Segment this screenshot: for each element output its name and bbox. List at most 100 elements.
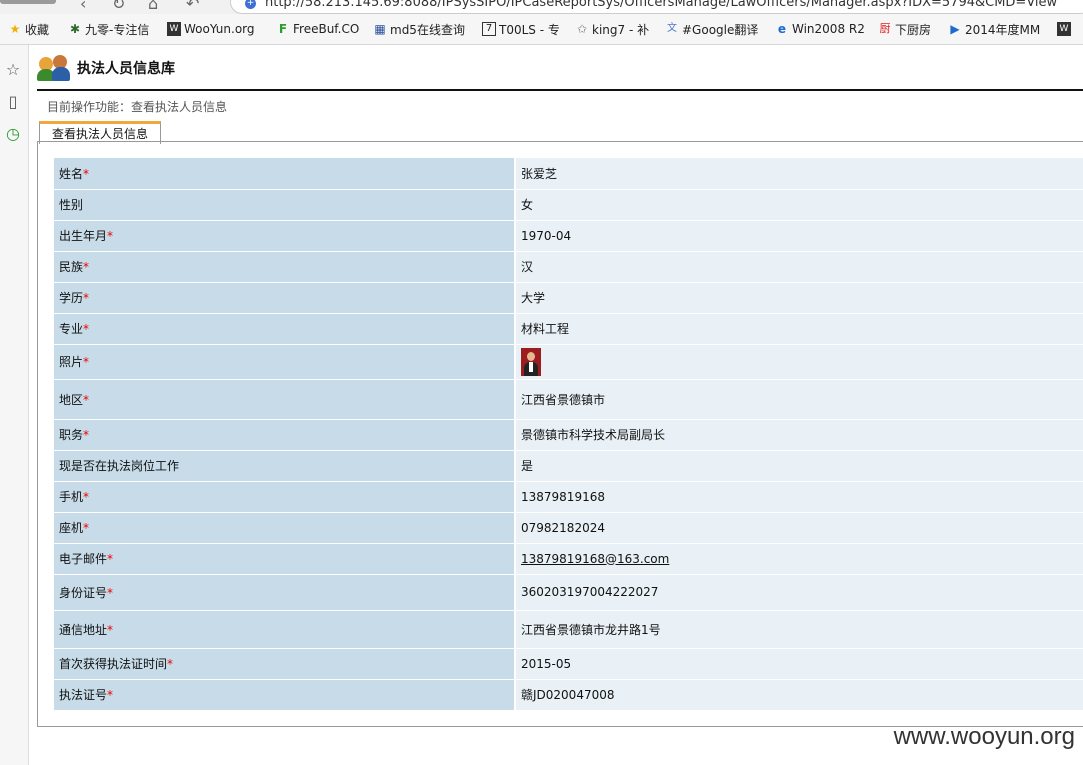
header-divider	[37, 89, 1083, 91]
page-header: 执法人员信息库	[37, 53, 175, 83]
field-value: 07982182024	[514, 512, 1083, 544]
table-row: 身份证号* 360203197004222027	[54, 574, 1083, 611]
field-label: 座机*	[54, 512, 515, 544]
field-value: 材料工程	[514, 313, 1083, 345]
field-label: 专业*	[54, 313, 515, 345]
freebuf-icon: F	[278, 22, 288, 36]
leaf-icon: ✱	[69, 22, 81, 36]
table-row: 职务* 景德镇市科学技术局副局长	[54, 419, 1083, 451]
globe-icon: +	[245, 0, 256, 9]
table-row: 姓名* 张爱芝	[54, 158, 1083, 190]
undo-icon[interactable]: ↶	[186, 0, 199, 13]
bookmark-item[interactable]: 厨下厨房	[878, 20, 932, 38]
favorites-star-icon[interactable]: ☆	[4, 61, 22, 79]
star-outline-icon: ✩	[576, 22, 588, 36]
field-value: 江西省景德镇市龙井路1号	[514, 610, 1083, 649]
reader-icon[interactable]: ▯	[4, 93, 22, 111]
email-link[interactable]: 13879819168@163.com	[521, 552, 669, 566]
table-row: 座机* 07982182024	[54, 512, 1083, 544]
field-label: 通信地址*	[54, 610, 515, 649]
field-label: 现是否在执法岗位工作	[54, 450, 515, 482]
star-icon: ★	[9, 22, 21, 36]
bookmark-item[interactable]: 文 #Google翻译	[665, 20, 758, 38]
bookmark-item[interactable]: W WooYun.org	[167, 20, 255, 38]
grid-icon: ▦	[374, 22, 386, 36]
field-label: 手机*	[54, 481, 515, 513]
kitchen-icon: 厨	[879, 22, 891, 35]
table-row: 执法证号* 赣JD020047008	[54, 679, 1083, 711]
wooyun-icon: W	[167, 22, 181, 36]
bookmark-item[interactable]: ✱ 九零-专注信	[68, 20, 149, 38]
field-label: 职务*	[54, 419, 515, 451]
table-row: 专业* 材料工程	[54, 313, 1083, 345]
field-value: 1970-04	[514, 220, 1083, 252]
table-row: 通信地址* 江西省景德镇市龙井路1号	[54, 610, 1083, 649]
bookmark-item[interactable]: e Win2008 R2	[775, 20, 865, 38]
field-label: 性别	[54, 189, 515, 221]
field-label: 地区*	[54, 379, 515, 420]
officers-icon	[37, 53, 73, 83]
field-value: 13879819168@163.com	[514, 543, 1083, 575]
table-row: 性别 女	[54, 189, 1083, 221]
table-row: 民族* 汉	[54, 251, 1083, 283]
officer-photo[interactable]	[521, 347, 541, 376]
table-row: 出生年月* 1970-04	[54, 220, 1083, 252]
table-row: 电子邮件* 13879819168@163.com	[54, 543, 1083, 575]
field-label: 学历*	[54, 282, 515, 314]
browser-sidebar: ☆ ▯ ◷	[0, 45, 29, 765]
field-label: 身份证号*	[54, 574, 515, 611]
page-content: 执法人员信息库 目前操作功能：查看执法人员信息 查看执法人员信息 姓名* 张爱芝…	[29, 45, 1083, 765]
watermark: www.wooyun.org	[893, 723, 1075, 750]
field-label: 姓名*	[54, 158, 515, 190]
reload-icon[interactable]: ↻	[112, 0, 125, 13]
table-row: 学历* 大学	[54, 282, 1083, 314]
table-row: 首次获得执法证时间* 2015-05	[54, 648, 1083, 680]
field-value: 张爱芝	[514, 158, 1083, 190]
field-value: 2015-05	[514, 648, 1083, 680]
bookmark-item[interactable]: ▶ 2014年度MM	[948, 20, 1040, 38]
home-icon[interactable]: ⌂	[148, 0, 158, 13]
field-value: 女	[514, 189, 1083, 221]
url-text: http://58.213.145.69:8088/IPSysSIPO/IPCa…	[265, 0, 1058, 10]
tab-panel: 姓名* 张爱芝 性别 女 出生年月* 1970-04 民族* 汉 学历* 大学 …	[37, 142, 1083, 727]
field-value: 江西省景德镇市	[514, 379, 1083, 420]
table-row: 地区* 江西省景德镇市	[54, 379, 1083, 420]
page-title: 执法人员信息库	[77, 61, 175, 77]
bookmark-item[interactable]: ★ 收藏	[8, 20, 49, 38]
field-value: 景德镇市科学技术局副局长	[514, 419, 1083, 451]
address-bar[interactable]: + http://58.213.145.69:8088/IPSysSIPO/IP…	[230, 0, 1083, 14]
field-label: 民族*	[54, 251, 515, 283]
field-label: 照片*	[54, 344, 515, 380]
bookmark-item[interactable]: 7 T00LS - 专	[482, 20, 560, 38]
browser-toolbar: ‹ ↻ ⌂ ↶ + http://58.213.145.69:8088/IPSy…	[0, 0, 1083, 14]
table-row: 手机* 13879819168	[54, 481, 1083, 513]
table-row: 照片*	[54, 344, 1083, 380]
bookmark-item[interactable]: W	[1057, 20, 1074, 38]
field-value: 赣JD020047008	[514, 679, 1083, 711]
tools-icon: 7	[482, 22, 496, 36]
field-value	[514, 344, 1083, 380]
bookmark-item[interactable]: F FreeBuf.CO	[276, 20, 359, 38]
field-value: 13879819168	[514, 481, 1083, 513]
translate-icon: 文	[667, 23, 677, 34]
field-value: 汉	[514, 251, 1083, 283]
officer-info-table: 姓名* 张爱芝 性别 女 出生年月* 1970-04 民族* 汉 学历* 大学 …	[54, 158, 1083, 711]
ie-icon: e	[777, 22, 787, 36]
history-clock-icon[interactable]: ◷	[4, 125, 22, 143]
field-value: 大学	[514, 282, 1083, 314]
field-value: 360203197004222027	[514, 574, 1083, 611]
bookmark-item[interactable]: ✩ king7 - 补	[575, 20, 649, 38]
field-value: 是	[514, 450, 1083, 482]
bookmarks-bar: ★ 收藏 ✱ 九零-专注信 W WooYun.org F FreeBuf.CO ▦ md5…	[0, 14, 1083, 45]
field-label: 执法证号*	[54, 679, 515, 711]
field-label: 首次获得执法证时间*	[54, 648, 515, 680]
w-icon: W	[1057, 22, 1071, 36]
bookmark-item[interactable]: ▦ md5在线查询	[373, 20, 465, 38]
breadcrumb: 目前操作功能：查看执法人员信息	[47, 100, 228, 114]
field-label: 电子邮件*	[54, 543, 515, 575]
field-label: 出生年月*	[54, 220, 515, 252]
play-icon: ▶	[950, 22, 960, 36]
browser-tab[interactable]	[0, 0, 56, 4]
table-row: 现是否在执法岗位工作 是	[54, 450, 1083, 482]
back-icon[interactable]: ‹	[80, 0, 86, 13]
